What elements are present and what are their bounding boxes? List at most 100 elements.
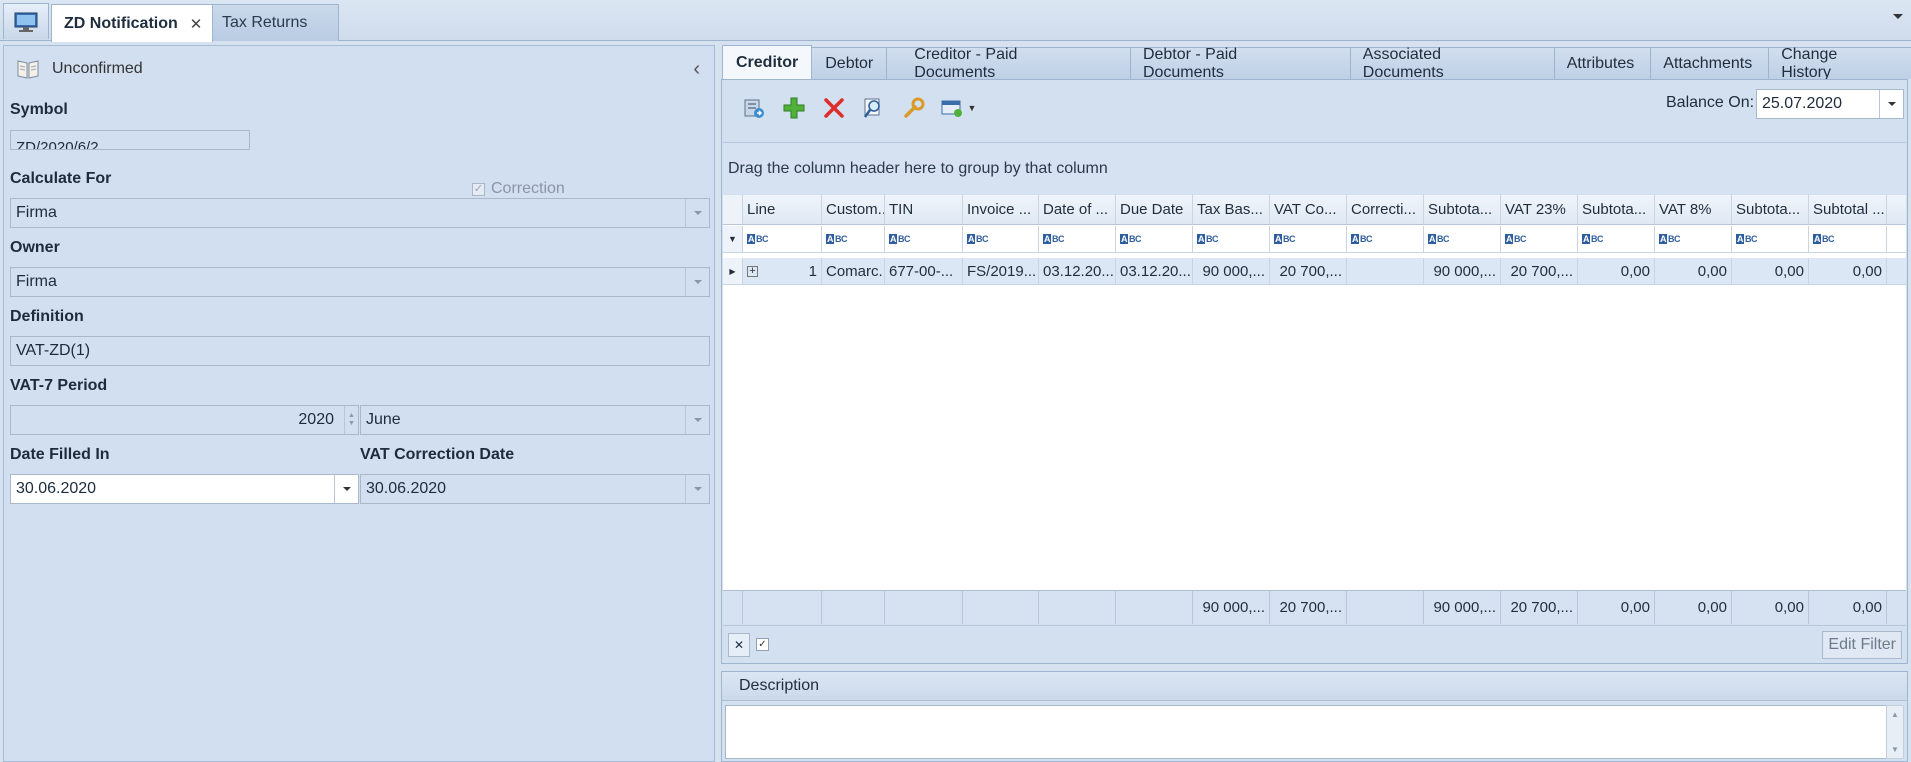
cell-due-date[interactable]: 03.12.20... [1116, 258, 1193, 284]
scroll-up-icon[interactable]: ▲ [1891, 710, 1899, 719]
period-year-spinner[interactable]: 2020 ▲ ▼ [10, 405, 359, 435]
tab-change-history[interactable]: Change History [1768, 46, 1911, 81]
filter-enable-checkbox[interactable]: ✓ [756, 638, 769, 651]
cell-subtotal[interactable]: 0,00 [1809, 258, 1887, 284]
tab-associated-documents[interactable]: Associated Documents [1349, 46, 1555, 81]
table-row[interactable]: ▶ + 1 Comarc... 677-00-... FS/2019... 03… [723, 258, 1906, 285]
close-icon[interactable]: ✕ [190, 15, 203, 33]
period-month-select[interactable]: June [360, 405, 710, 435]
chevron-down-icon[interactable] [685, 475, 709, 503]
cell-vat-co[interactable]: 20 700,... [1270, 258, 1347, 284]
balance-on-date-picker[interactable]: 25.07.2020 [1756, 89, 1904, 119]
edit-filter-button[interactable]: Edit Filter [1822, 631, 1902, 659]
total-vat-23: 20 700,... [1501, 591, 1578, 624]
delete-button[interactable] [818, 92, 850, 124]
date-filled-picker[interactable]: 30.06.2020 [10, 474, 359, 504]
column-header[interactable]: Subtotal ... [1809, 195, 1887, 224]
column-header[interactable]: Tax Bas... [1193, 195, 1270, 224]
tab-attributes[interactable]: Attributes [1553, 47, 1652, 79]
filter-cell[interactable]: A BC [1732, 226, 1809, 252]
monitor-icon [14, 12, 38, 32]
description-textarea[interactable] [725, 705, 1887, 759]
group-by-panel[interactable]: Drag the column header here to group by … [723, 142, 1906, 194]
chevron-down-icon[interactable] [1879, 90, 1903, 118]
home-button[interactable] [3, 3, 49, 39]
cell-subtotal[interactable]: 0,00 [1578, 258, 1655, 284]
chevron-down-icon[interactable] [685, 199, 709, 227]
cell-subtotal[interactable]: 0,00 [1732, 258, 1809, 284]
cell-date-of[interactable]: 03.12.20... [1039, 258, 1116, 284]
owner-select[interactable]: Firma [10, 267, 710, 297]
chevron-down-icon[interactable] [685, 268, 709, 296]
tab-debtor-paid-documents[interactable]: Debtor - Paid Documents [1129, 46, 1351, 81]
chevron-down-icon[interactable] [685, 406, 709, 434]
column-header[interactable]: VAT 23% [1501, 195, 1578, 224]
filter-cell[interactable]: A BC [1424, 226, 1501, 252]
vat-correction-date-picker[interactable]: 30.06.2020 [360, 474, 710, 504]
cell-vat-23[interactable]: 20 700,... [1501, 258, 1578, 284]
tab-attachments[interactable]: Attachments [1650, 47, 1770, 79]
expand-icon[interactable]: + [747, 265, 758, 277]
definition-field[interactable]: VAT-ZD(1) [10, 336, 710, 366]
collapse-icon[interactable]: ‹ [693, 58, 700, 81]
symbol-field[interactable]: ZD/2020/6/2 [10, 130, 250, 150]
description-scrollbar[interactable]: ▲ ▼ [1886, 705, 1904, 759]
filter-cell[interactable]: A BC [1193, 226, 1270, 252]
abc-icon: A BC [747, 234, 769, 244]
column-header[interactable]: Date of ... [1039, 195, 1116, 224]
column-header[interactable]: Custom... [822, 195, 885, 224]
filter-cell[interactable]: A BC [1501, 226, 1578, 252]
filter-cell[interactable]: A BC [963, 226, 1039, 252]
filter-cell[interactable]: A BC [1809, 226, 1887, 252]
column-header[interactable]: Correcti... [1347, 195, 1424, 224]
vat-correction-date-value: 30.06.2020 [366, 480, 447, 497]
filter-cell[interactable]: A BC [1578, 226, 1655, 252]
tab-zd-notification[interactable]: ZD Notification ✕ [51, 4, 214, 42]
filter-cell[interactable]: A BC [1270, 226, 1347, 252]
delete-x-icon [824, 98, 844, 118]
calculate-for-select[interactable]: Firma [10, 198, 710, 228]
cell-tax-base[interactable]: 90 000,... [1193, 258, 1270, 284]
filter-cell[interactable]: A BC [1116, 226, 1193, 252]
cell-invoice[interactable]: FS/2019... [963, 258, 1039, 284]
export-button[interactable] [738, 92, 770, 124]
spinner-arrows-icon[interactable]: ▲ ▼ [344, 406, 358, 434]
column-header[interactable]: Subtota... [1732, 195, 1809, 224]
cell-customer[interactable]: Comarc... [822, 258, 885, 284]
filter-cell[interactable]: A BC [1655, 226, 1732, 252]
chevron-down-icon[interactable] [334, 475, 358, 503]
filter-cell[interactable]: A BC [1347, 226, 1424, 252]
cell-tin[interactable]: 677-00-... [885, 258, 963, 284]
column-header[interactable]: Subtota... [1578, 195, 1655, 224]
layout-button[interactable]: ▼ [938, 92, 978, 124]
tab-debtor[interactable]: Debtor [811, 47, 888, 79]
filter-cell[interactable]: A BC [885, 226, 963, 252]
column-header[interactable]: Due Date [1116, 195, 1193, 224]
column-header[interactable]: Subtota... [1424, 195, 1501, 224]
cell-correction[interactable] [1347, 258, 1424, 284]
tab-creditor[interactable]: Creditor [722, 45, 813, 79]
cell-subtotal[interactable]: 90 000,... [1424, 258, 1501, 284]
column-header[interactable]: VAT 8% [1655, 195, 1732, 224]
total-cell [963, 591, 1039, 624]
tabs-dropdown-icon[interactable] [1893, 14, 1903, 19]
cell-line[interactable]: + 1 [743, 258, 822, 284]
column-header[interactable]: Invoice ... [963, 195, 1039, 224]
filter-cell[interactable]: A BC [822, 226, 885, 252]
owner-label: Owner [10, 239, 60, 256]
preview-button[interactable] [858, 92, 890, 124]
filter-cell[interactable]: A BC [743, 226, 822, 252]
dropdown-arrow-icon[interactable]: ▼ [968, 103, 977, 113]
tab-tax-returns[interactable]: Tax Returns [209, 4, 339, 41]
clear-filter-icon[interactable]: ✕ [728, 633, 750, 657]
add-button[interactable] [778, 92, 810, 124]
settings-button[interactable] [898, 92, 930, 124]
filter-cell[interactable]: A BC [1039, 226, 1116, 252]
column-header[interactable]: VAT Co... [1270, 195, 1347, 224]
column-header[interactable]: TIN [885, 195, 963, 224]
export-icon [744, 99, 764, 118]
scroll-down-icon[interactable]: ▼ [1891, 745, 1899, 754]
column-header[interactable]: Line [743, 195, 822, 224]
cell-vat-8[interactable]: 0,00 [1655, 258, 1732, 284]
tab-creditor-paid-documents[interactable]: Creditor - Paid Documents [886, 46, 1131, 81]
